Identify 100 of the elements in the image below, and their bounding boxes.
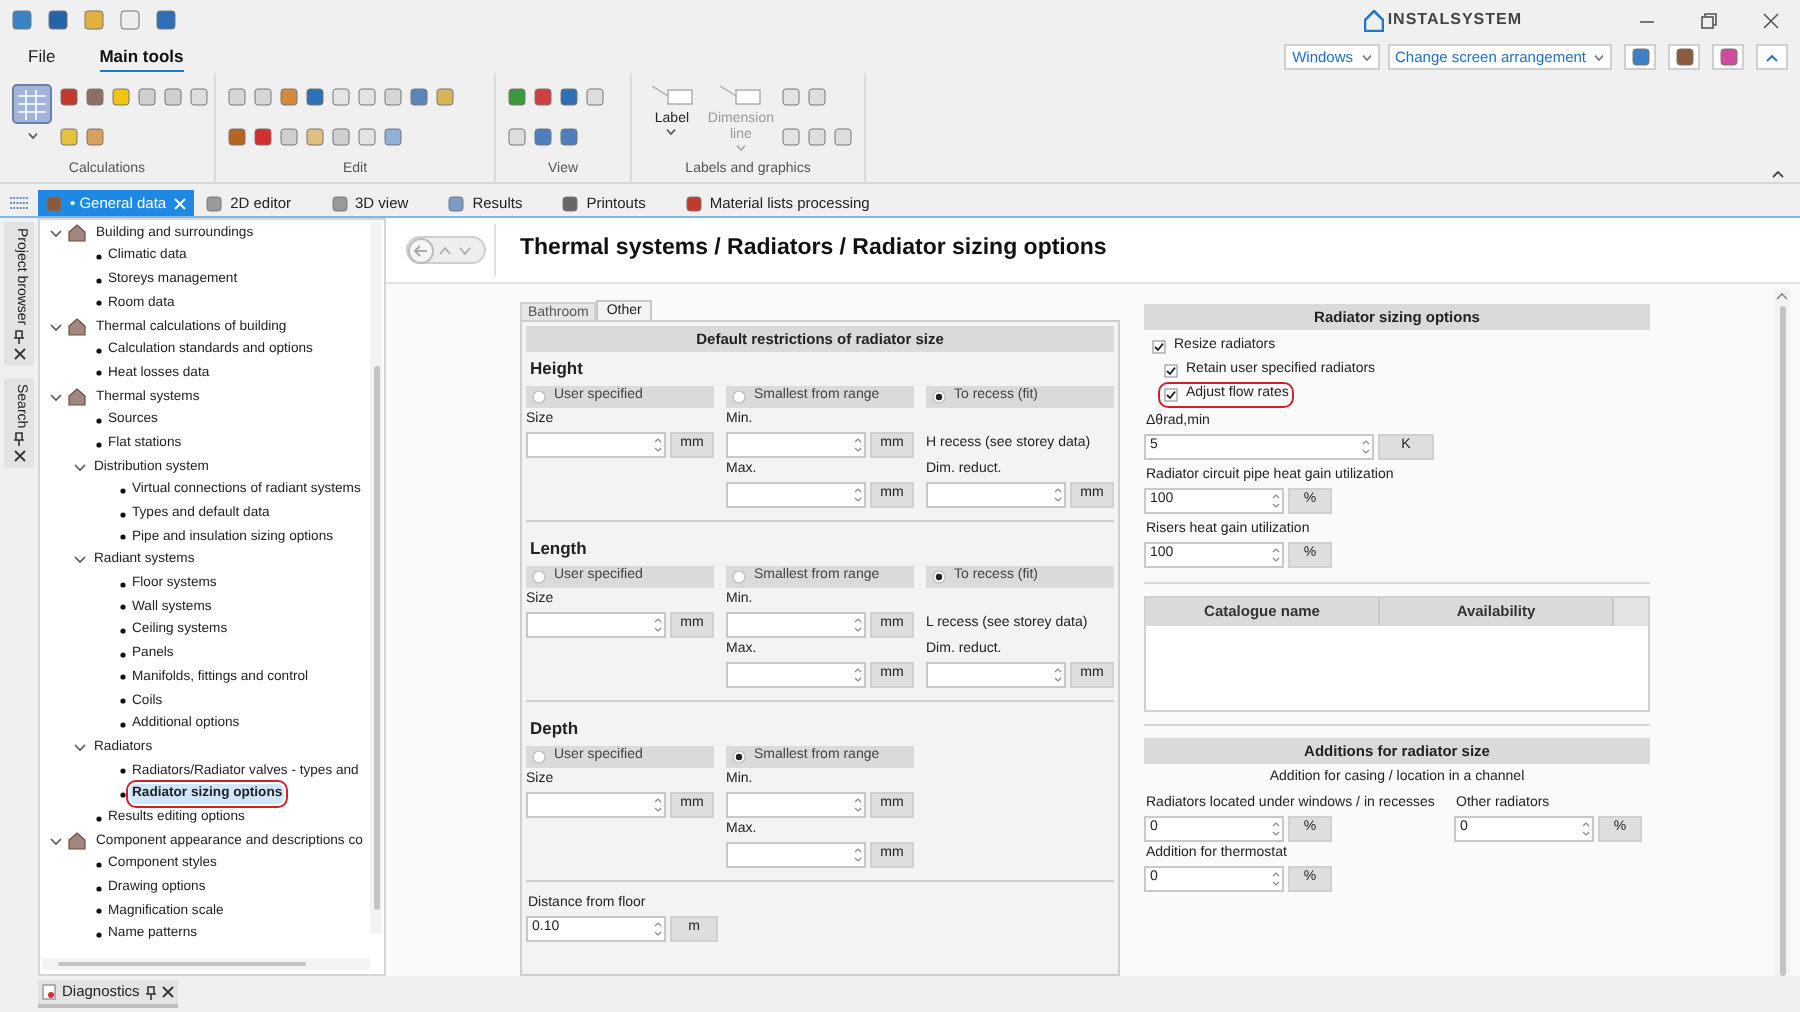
scrollbar-thumb[interactable] [1779,306,1785,976]
square-icon[interactable] [834,128,852,146]
square-icon[interactable] [190,88,208,106]
square-icon[interactable] [808,88,826,106]
square-icon[interactable] [384,88,402,106]
square-icon[interactable] [782,88,800,106]
square-icon[interactable] [120,10,140,30]
spin-field[interactable] [526,612,666,638]
square-icon[interactable] [306,88,324,106]
square-icon[interactable] [782,128,800,146]
radio-button[interactable] [732,390,746,404]
toolbar-button[interactable] [1624,44,1656,70]
grid-icon[interactable] [10,196,28,210]
square-icon[interactable] [332,88,350,106]
radio-button[interactable] [932,390,946,404]
close-icon[interactable] [1762,11,1780,29]
square-icon[interactable] [410,88,428,106]
square-icon[interactable] [112,88,130,106]
spin-field[interactable] [726,432,866,458]
square-icon[interactable] [138,88,156,106]
square-icon[interactable] [560,128,578,146]
square-icon[interactable] [48,10,68,30]
square-icon[interactable] [358,128,376,146]
scrollbar-thumb[interactable] [373,366,379,910]
spin-field[interactable] [726,792,866,818]
spin-field[interactable] [526,432,666,458]
spinner-arrows-icon[interactable] [854,616,862,634]
radio-button[interactable] [732,570,746,584]
spinner-arrows-icon[interactable] [854,666,862,684]
chevron-down-icon[interactable] [50,391,62,404]
pin-icon[interactable] [14,431,24,446]
chevron-down-icon[interactable] [50,227,62,240]
spinner-arrows-icon[interactable] [854,486,862,504]
square-icon[interactable] [84,10,104,30]
square-icon[interactable] [86,88,104,106]
square-icon[interactable] [306,128,324,146]
spin-field[interactable] [526,792,666,818]
menu-tab[interactable]: File [28,42,56,72]
spinner-arrows-icon[interactable] [654,616,662,634]
square-icon[interactable] [436,88,454,106]
menu-tab[interactable]: Main tools [99,42,184,72]
spin-field[interactable] [726,612,866,638]
square-icon[interactable] [508,88,526,106]
radio-button[interactable] [532,750,546,764]
radio-button[interactable] [932,570,946,584]
radio-button[interactable] [532,390,546,404]
checkbox[interactable] [1164,363,1178,377]
chevron-down-icon[interactable] [74,741,86,754]
square-icon[interactable] [60,88,78,106]
square-icon[interactable] [86,128,104,146]
square-icon[interactable] [280,128,298,146]
spinner-arrows-icon[interactable] [1272,820,1280,838]
square-icon[interactable] [164,88,182,106]
square-icon[interactable] [254,88,272,106]
square-icon[interactable] [586,88,604,106]
checkbox[interactable] [1152,339,1166,353]
close-icon[interactable] [13,347,25,360]
pin-icon[interactable] [145,985,156,999]
toolbar-button[interactable] [1712,44,1744,70]
square-icon[interactable] [60,128,78,146]
spinner-arrows-icon[interactable] [1272,870,1280,888]
toolbar-button[interactable] [1668,44,1700,70]
spin-field[interactable] [926,482,1066,508]
checkbox[interactable] [1164,387,1178,401]
chevron-down-icon[interactable] [50,835,62,848]
spinner-arrows-icon[interactable] [1272,546,1280,564]
pin-icon[interactable] [14,329,24,344]
horizontal-scrollbar[interactable] [42,958,370,970]
close-icon[interactable] [13,449,25,462]
square-icon[interactable] [534,88,552,106]
square-icon[interactable] [254,128,272,146]
square-icon[interactable] [332,128,350,146]
spinner-arrows-icon[interactable] [1054,666,1062,684]
restore-icon[interactable] [1700,11,1718,29]
spinner-arrows-icon[interactable] [854,436,862,454]
spinner-arrows-icon[interactable] [654,920,662,938]
chevron-down-icon[interactable] [74,554,86,567]
radio-button[interactable] [732,750,746,764]
spinner-arrows-icon[interactable] [854,796,862,814]
spinner-arrows-icon[interactable] [1054,486,1062,504]
spin-field[interactable] [726,482,866,508]
square-icon[interactable] [228,128,246,146]
square-icon[interactable] [12,10,32,30]
close-icon[interactable] [161,986,174,998]
spinner-arrows-icon[interactable] [654,436,662,454]
spin-field[interactable] [926,662,1066,688]
square-icon[interactable] [358,88,376,106]
collapse-ribbon-button[interactable] [1756,44,1788,70]
square-icon[interactable] [534,128,552,146]
vertical-scrollbar[interactable] [370,222,382,934]
chevron-down-icon[interactable] [50,321,62,334]
spinner-arrows-icon[interactable] [1362,438,1370,456]
spin-field[interactable] [726,662,866,688]
square-icon[interactable] [280,88,298,106]
spinner-arrows-icon[interactable] [1582,820,1590,838]
spin-field[interactable] [726,842,866,868]
scroll-up-icon[interactable] [1776,292,1788,300]
vertical-scrollbar[interactable] [1774,288,1790,976]
radio-button[interactable] [532,570,546,584]
square-icon[interactable] [156,10,176,30]
